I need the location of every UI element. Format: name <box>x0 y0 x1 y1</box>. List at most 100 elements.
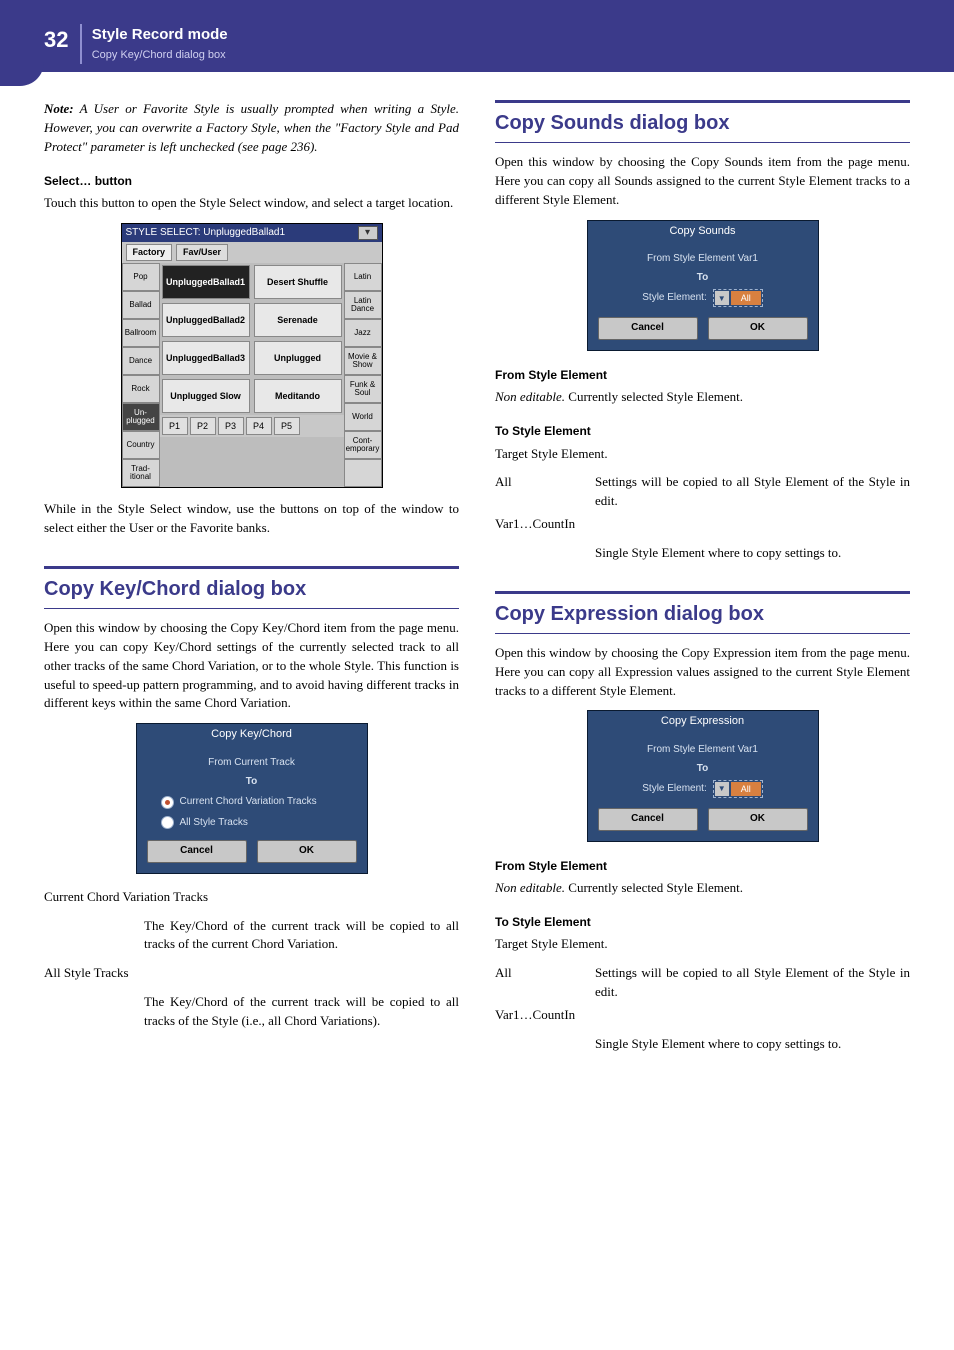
note-paragraph: Note: A User or Favorite Style is usuall… <box>44 100 459 157</box>
radio-current-cv-tracks[interactable] <box>161 796 174 809</box>
dlg-to: To <box>598 271 808 286</box>
style-element-value: All <box>731 291 761 305</box>
style-element-select[interactable]: ▼ All <box>713 780 763 798</box>
from-style-element-desc: Non editable. Currently selected Style E… <box>495 388 910 407</box>
ss-cell[interactable]: UnpluggedBallad3 <box>162 341 250 375</box>
ss-cell[interactable]: Serenade <box>254 303 342 337</box>
copy-keychord-dialog: Copy Key/Chord From Current Track To Cur… <box>136 723 368 873</box>
ss-side-dance[interactable]: Dance <box>122 347 160 375</box>
ccvt-desc: The Key/Chord of the current track will … <box>144 917 459 955</box>
ss-side-latindance[interactable]: Latin Dance <box>344 291 382 319</box>
style-element-label: Style Element: <box>642 782 706 797</box>
ss-cell[interactable]: Unplugged <box>254 341 342 375</box>
ss-tab-factory[interactable]: Factory <box>126 244 173 261</box>
style-element-select[interactable]: ▼ All <box>713 289 763 307</box>
cancel-button[interactable]: Cancel <box>147 840 247 863</box>
dlg-title: Copy Sounds <box>588 221 818 243</box>
ss-cell[interactable]: UnpluggedBallad1 <box>162 265 250 299</box>
page-number: 32 <box>44 24 76 56</box>
from-style-element-heading: From Style Element <box>495 367 910 384</box>
ast-term: All Style Tracks <box>44 964 459 983</box>
ss-page-p1[interactable]: P1 <box>162 417 188 435</box>
to-style-element-desc-2: Target Style Element. <box>495 935 910 954</box>
var-desc-2: Single Style Element where to copy setti… <box>595 1035 910 1054</box>
copy-sounds-dialog: Copy Sounds From Style Element Var1 To S… <box>587 220 819 351</box>
copy-sounds-heading: Copy Sounds dialog box <box>495 100 910 143</box>
ss-side-pop[interactable]: Pop <box>122 263 160 291</box>
ss-side-jazz[interactable]: Jazz <box>344 319 382 347</box>
chevron-down-icon: ▼ <box>715 782 729 796</box>
to-style-element-desc: Target Style Element. <box>495 445 910 464</box>
copy-expression-heading: Copy Expression dialog box <box>495 591 910 634</box>
ok-button[interactable]: OK <box>257 840 357 863</box>
radio-label-ast: All Style Tracks <box>180 816 248 831</box>
radio-all-style-tracks[interactable] <box>161 816 174 829</box>
radio-label-ccvt: Current Chord Variation Tracks <box>180 795 317 810</box>
ss-side-ballroom[interactable]: Ballroom <box>122 319 160 347</box>
ss-side-empty <box>344 459 382 487</box>
copy-keychord-heading: Copy Key/Chord dialog box <box>44 566 459 609</box>
dlg-from: From Current Track <box>147 756 357 771</box>
all-term-2: All <box>495 964 595 1002</box>
page-subtitle: Copy Key/Chord dialog box <box>92 48 228 64</box>
to-style-element-heading-2: To Style Element <box>495 914 910 931</box>
after-ss-text: While in the Style Select window, use th… <box>44 500 459 538</box>
from-style-element-heading-2: From Style Element <box>495 858 910 875</box>
copy-keychord-desc: Open this window by choosing the Copy Ke… <box>44 619 459 713</box>
ss-side-ballad[interactable]: Ballad <box>122 291 160 319</box>
to-style-element-heading: To Style Element <box>495 423 910 440</box>
ss-side-contemporary[interactable]: Cont-emporary <box>344 431 382 459</box>
ccvt-term: Current Chord Variation Tracks <box>44 888 459 907</box>
copy-expression-dialog: Copy Expression From Style Element Var1 … <box>587 710 819 841</box>
chevron-down-icon: ▼ <box>715 291 729 305</box>
all-desc-2: Settings will be copied to all Style Ele… <box>595 964 910 1002</box>
all-desc: Settings will be copied to all Style Ele… <box>595 473 910 511</box>
all-term: All <box>495 473 595 511</box>
ss-page-p2[interactable]: P2 <box>190 417 216 435</box>
note-lead: Note: <box>44 101 74 116</box>
dlg-from: From Style Element Var1 <box>598 252 808 267</box>
dlg-from: From Style Element Var1 <box>598 743 808 758</box>
ss-side-unplugged[interactable]: Un-plugged <box>122 403 160 431</box>
ss-page-p5[interactable]: P5 <box>274 417 300 435</box>
ss-cell[interactable]: Unplugged Slow <box>162 379 250 413</box>
cancel-button[interactable]: Cancel <box>598 808 698 831</box>
var-desc: Single Style Element where to copy setti… <box>595 544 910 563</box>
select-button-desc: Touch this button to open the Style Sele… <box>44 194 459 213</box>
dropdown-icon[interactable]: ▾ <box>358 226 378 240</box>
style-select-screenshot: STYLE SELECT: UnpluggedBallad1 ▾ Factory… <box>121 223 383 489</box>
copy-sounds-desc: Open this window by choosing the Copy So… <box>495 153 910 210</box>
var-term-2: Var1…CountIn <box>495 1006 910 1025</box>
note-body: A User or Favorite Style is usually prom… <box>44 101 459 154</box>
ss-side-funksoul[interactable]: Funk & Soul <box>344 375 382 403</box>
ok-button[interactable]: OK <box>708 317 808 340</box>
ss-side-movieshow[interactable]: Movie & Show <box>344 347 382 375</box>
ss-side-country[interactable]: Country <box>122 431 160 459</box>
ss-side-traditional[interactable]: Trad-itional <box>122 459 160 487</box>
from-style-element-desc-2: Non editable. Currently selected Style E… <box>495 879 910 898</box>
ss-side-rock[interactable]: Rock <box>122 375 160 403</box>
ss-tab-favuser[interactable]: Fav/User <box>176 244 228 261</box>
ss-cell[interactable]: Desert Shuffle <box>254 265 342 299</box>
page-title: Style Record mode <box>92 24 228 46</box>
ss-cell[interactable]: UnpluggedBallad2 <box>162 303 250 337</box>
ss-title: STYLE SELECT: UnpluggedBallad1 <box>126 226 286 241</box>
style-element-value: All <box>731 782 761 796</box>
cancel-button[interactable]: Cancel <box>598 317 698 340</box>
select-button-heading: Select… button <box>44 173 459 190</box>
copy-expression-desc: Open this window by choosing the Copy Ex… <box>495 644 910 701</box>
var-term: Var1…CountIn <box>495 515 910 534</box>
ss-side-latin[interactable]: Latin <box>344 263 382 291</box>
dlg-to: To <box>598 762 808 777</box>
page-tab-corner <box>0 0 44 86</box>
ast-desc: The Key/Chord of the current track will … <box>144 993 459 1031</box>
ss-cell[interactable]: Meditando <box>254 379 342 413</box>
style-element-label: Style Element: <box>642 291 706 306</box>
ok-button[interactable]: OK <box>708 808 808 831</box>
dlg-title: Copy Key/Chord <box>137 724 367 746</box>
ss-page-p4[interactable]: P4 <box>246 417 272 435</box>
ss-side-world[interactable]: World <box>344 403 382 431</box>
dlg-title: Copy Expression <box>588 711 818 733</box>
dlg-to: To <box>147 775 357 790</box>
ss-page-p3[interactable]: P3 <box>218 417 244 435</box>
